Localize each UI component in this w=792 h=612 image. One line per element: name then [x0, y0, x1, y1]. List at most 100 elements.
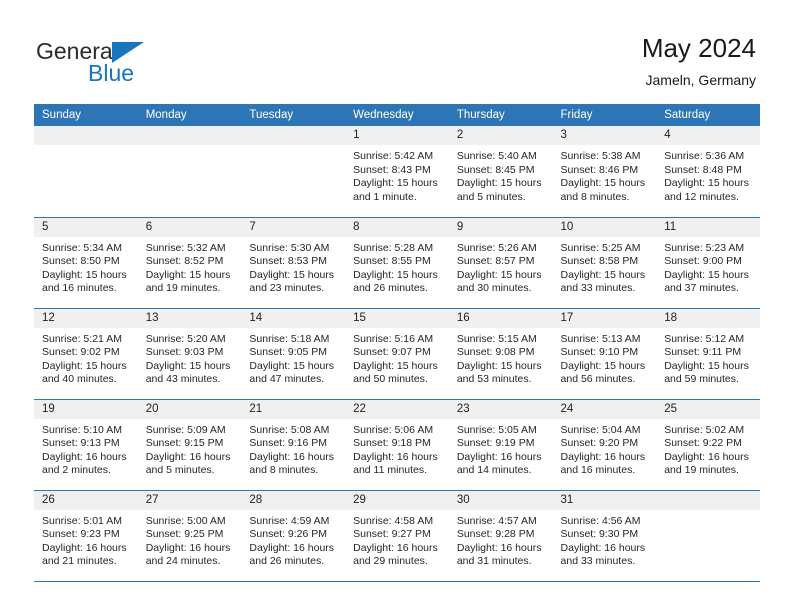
- day-cell[interactable]: 10 Sunrise: 5:25 AM Sunset: 8:58 PM Dayligh…: [552, 216, 657, 308]
- day-cell[interactable]: [241, 126, 346, 217]
- day-cell[interactable]: 11 Sunrise: 5:23 AM Sunset: 9:00 PM Dayligh…: [656, 216, 760, 308]
- day-cell[interactable]: 15 Sunrise: 5:16 AM Sunset: 9:07 PM Dayligh…: [345, 307, 449, 399]
- day-cell[interactable]: 31 Sunrise: 4:56 AM Sunset: 9:30 PM Dayligh…: [552, 489, 657, 582]
- day-details: Sunrise: 5:04 AM Sunset: 9:20 PM Daylight:…: [553, 419, 657, 478]
- sunset-text: Sunset: 8:57 PM: [456, 255, 535, 268]
- sunrise-text: Sunrise: 5:42 AM: [353, 150, 434, 162]
- sunset-text: Sunset: 9:05 PM: [249, 346, 328, 359]
- day-cell[interactable]: [34, 126, 138, 217]
- daylight-text-line1: Daylight: 15 hours: [353, 268, 438, 281]
- daylight-text-line1: Daylight: 15 hours: [353, 177, 438, 190]
- day-cell[interactable]: 21 Sunrise: 5:08 AM Sunset: 9:16 PM Dayligh…: [241, 398, 346, 490]
- sunset-text: Sunset: 9:02 PM: [42, 346, 120, 359]
- day-number: 30: [448, 490, 553, 510]
- day-details: Sunrise: 5:15 AM Sunset: 9:08 PM Daylight:…: [449, 328, 553, 387]
- sunset-text: Sunset: 8:43 PM: [353, 163, 431, 176]
- day-cell[interactable]: 28 Sunrise: 4:59 AM Sunset: 9:26 PM Dayligh…: [241, 489, 346, 582]
- sunset-text: Sunset: 9:28 PM: [456, 528, 535, 541]
- daylight-text-line1: Daylight: 15 hours: [560, 268, 646, 281]
- day-cell[interactable]: 9 Sunrise: 5:26 AM Sunset: 8:57 PM Daylight…: [448, 216, 553, 308]
- sunrise-text: Sunrise: 5:30 AM: [249, 241, 330, 254]
- day-number: 9: [448, 217, 553, 237]
- sunset-text: Sunset: 9:08 PM: [456, 346, 535, 359]
- day-cell[interactable]: 12 Sunrise: 5:21 AM Sunset: 9:02 PM Dayligh…: [34, 307, 138, 399]
- day-details: Sunrise: 5:23 AM Sunset: 9:00 PM Daylight:…: [656, 237, 760, 296]
- logo-text-blue: Blue: [88, 60, 135, 86]
- sunrise-text: Sunrise: 5:20 AM: [145, 332, 226, 345]
- sunrise-text: Sunrise: 5:34 AM: [42, 241, 122, 254]
- sunset-text: Sunset: 8:52 PM: [145, 255, 224, 268]
- day-number: 8: [345, 217, 449, 237]
- day-cell[interactable]: 17 Sunrise: 5:13 AM Sunset: 9:10 PM Dayligh…: [552, 307, 657, 399]
- day-number: 3: [552, 126, 657, 145]
- day-cell[interactable]: 20 Sunrise: 5:09 AM Sunset: 9:15 PM Dayligh…: [137, 398, 242, 490]
- sunrise-text: Sunrise: 5:01 AM: [42, 514, 122, 527]
- day-details: Sunrise: 5:30 AM Sunset: 8:53 PM Daylight:…: [241, 237, 345, 296]
- day-cell[interactable]: 26 Sunrise: 5:01 AM Sunset: 9:23 PM Dayligh…: [34, 489, 138, 582]
- sunset-text: Sunset: 8:55 PM: [353, 255, 431, 268]
- day-number: [137, 126, 242, 145]
- day-number: 6: [137, 217, 242, 237]
- day-cell[interactable]: 1 Sunrise: 5:42 AM Sunset: 8:43 PM Daylight…: [345, 126, 449, 217]
- day-details: Sunrise: 4:57 AM Sunset: 9:28 PM Daylight:…: [449, 510, 553, 569]
- day-number: 1: [345, 126, 449, 145]
- day-cell[interactable]: 30 Sunrise: 4:57 AM Sunset: 9:28 PM Dayligh…: [448, 489, 553, 582]
- daylight-text-line2: and 40 minutes.: [42, 373, 117, 386]
- day-cell[interactable]: 18 Sunrise: 5:12 AM Sunset: 9:11 PM Dayligh…: [656, 307, 760, 399]
- day-cell[interactable]: 22 Sunrise: 5:06 AM Sunset: 9:18 PM Dayligh…: [345, 398, 449, 490]
- sunrise-text: Sunrise: 4:58 AM: [353, 514, 434, 527]
- day-cell[interactable]: 8 Sunrise: 5:28 AM Sunset: 8:55 PM Daylight…: [345, 216, 449, 308]
- day-cell[interactable]: 29 Sunrise: 4:58 AM Sunset: 9:27 PM Dayligh…: [345, 489, 449, 582]
- day-cell[interactable]: [137, 126, 242, 217]
- day-cell[interactable]: 27 Sunrise: 5:00 AM Sunset: 9:25 PM Dayligh…: [137, 489, 242, 582]
- sunset-text: Sunset: 9:00 PM: [664, 255, 742, 268]
- day-number: 4: [656, 126, 760, 145]
- day-cell[interactable]: [656, 489, 760, 582]
- sunset-text: Sunset: 9:25 PM: [145, 528, 224, 541]
- day-cell[interactable]: 25 Sunrise: 5:02 AM Sunset: 9:22 PM Dayligh…: [656, 398, 760, 490]
- daylight-text-line1: Daylight: 15 hours: [456, 359, 542, 372]
- day-details: Sunrise: 5:25 AM Sunset: 8:58 PM Daylight:…: [553, 237, 657, 296]
- calendar-week-row: 1 Sunrise: 5:42 AM Sunset: 8:43 PM Daylight…: [34, 126, 760, 217]
- day-details: [656, 510, 760, 515]
- day-cell[interactable]: 19 Sunrise: 5:10 AM Sunset: 9:13 PM Dayligh…: [34, 398, 138, 490]
- title-block: May 2024 Jameln, Germany: [642, 32, 756, 90]
- day-cell[interactable]: 24 Sunrise: 5:04 AM Sunset: 9:20 PM Dayligh…: [552, 398, 657, 490]
- day-cell[interactable]: 7 Sunrise: 5:30 AM Sunset: 8:53 PM Daylight…: [241, 216, 346, 308]
- daylight-text-line1: Daylight: 15 hours: [560, 177, 646, 190]
- day-number: 26: [34, 490, 138, 510]
- day-details: Sunrise: 5:38 AM Sunset: 8:46 PM Daylight:…: [553, 145, 657, 204]
- daylight-text-line2: and 30 minutes.: [456, 282, 532, 295]
- sunrise-text: Sunrise: 5:18 AM: [249, 332, 330, 345]
- daylight-text-line1: Daylight: 15 hours: [664, 177, 749, 190]
- day-cell[interactable]: 2 Sunrise: 5:40 AM Sunset: 8:45 PM Daylight…: [448, 126, 553, 217]
- daylight-text-line1: Daylight: 15 hours: [560, 359, 646, 372]
- daylight-text-line1: Daylight: 16 hours: [456, 541, 542, 554]
- day-number: 20: [137, 399, 242, 419]
- daylight-text-line1: Daylight: 16 hours: [664, 450, 749, 463]
- daylight-text-line2: and 50 minutes.: [353, 373, 428, 386]
- generalblue-logo[interactable]: General Blue: [36, 38, 246, 94]
- calendar-week-row: 19 Sunrise: 5:10 AM Sunset: 9:13 PM Dayligh…: [34, 398, 760, 490]
- day-cell[interactable]: 14 Sunrise: 5:18 AM Sunset: 9:05 PM Dayligh…: [241, 307, 346, 399]
- daylight-text-line2: and 21 minutes.: [42, 555, 117, 568]
- sunrise-text: Sunrise: 5:06 AM: [353, 423, 434, 436]
- day-cell[interactable]: 6 Sunrise: 5:32 AM Sunset: 8:52 PM Daylight…: [137, 216, 242, 308]
- sunrise-text: Sunrise: 5:13 AM: [560, 332, 641, 345]
- day-cell[interactable]: 4 Sunrise: 5:36 AM Sunset: 8:48 PM Daylight…: [656, 126, 760, 217]
- sunset-text: Sunset: 8:46 PM: [560, 163, 639, 176]
- day-cell[interactable]: 23 Sunrise: 5:05 AM Sunset: 9:19 PM Dayligh…: [448, 398, 553, 490]
- day-number: [34, 126, 138, 145]
- day-number: 22: [345, 399, 449, 419]
- day-cell[interactable]: 5 Sunrise: 5:34 AM Sunset: 8:50 PM Daylight…: [34, 216, 138, 308]
- sunrise-text: Sunrise: 5:36 AM: [664, 150, 745, 162]
- day-cell[interactable]: 16 Sunrise: 5:15 AM Sunset: 9:08 PM Dayligh…: [448, 307, 553, 399]
- day-details: Sunrise: 5:05 AM Sunset: 9:19 PM Daylight:…: [449, 419, 553, 478]
- day-cell[interactable]: 13 Sunrise: 5:20 AM Sunset: 9:03 PM Dayligh…: [137, 307, 242, 399]
- sunset-text: Sunset: 9:16 PM: [249, 437, 328, 450]
- daylight-text-line1: Daylight: 16 hours: [145, 541, 231, 554]
- weekday-header-saturday: Saturday: [656, 104, 760, 126]
- day-cell[interactable]: 3 Sunrise: 5:38 AM Sunset: 8:46 PM Daylight…: [552, 126, 657, 217]
- daylight-text-line1: Daylight: 16 hours: [353, 541, 438, 554]
- calendar-body: 1 Sunrise: 5:42 AM Sunset: 8:43 PM Daylight…: [34, 126, 760, 582]
